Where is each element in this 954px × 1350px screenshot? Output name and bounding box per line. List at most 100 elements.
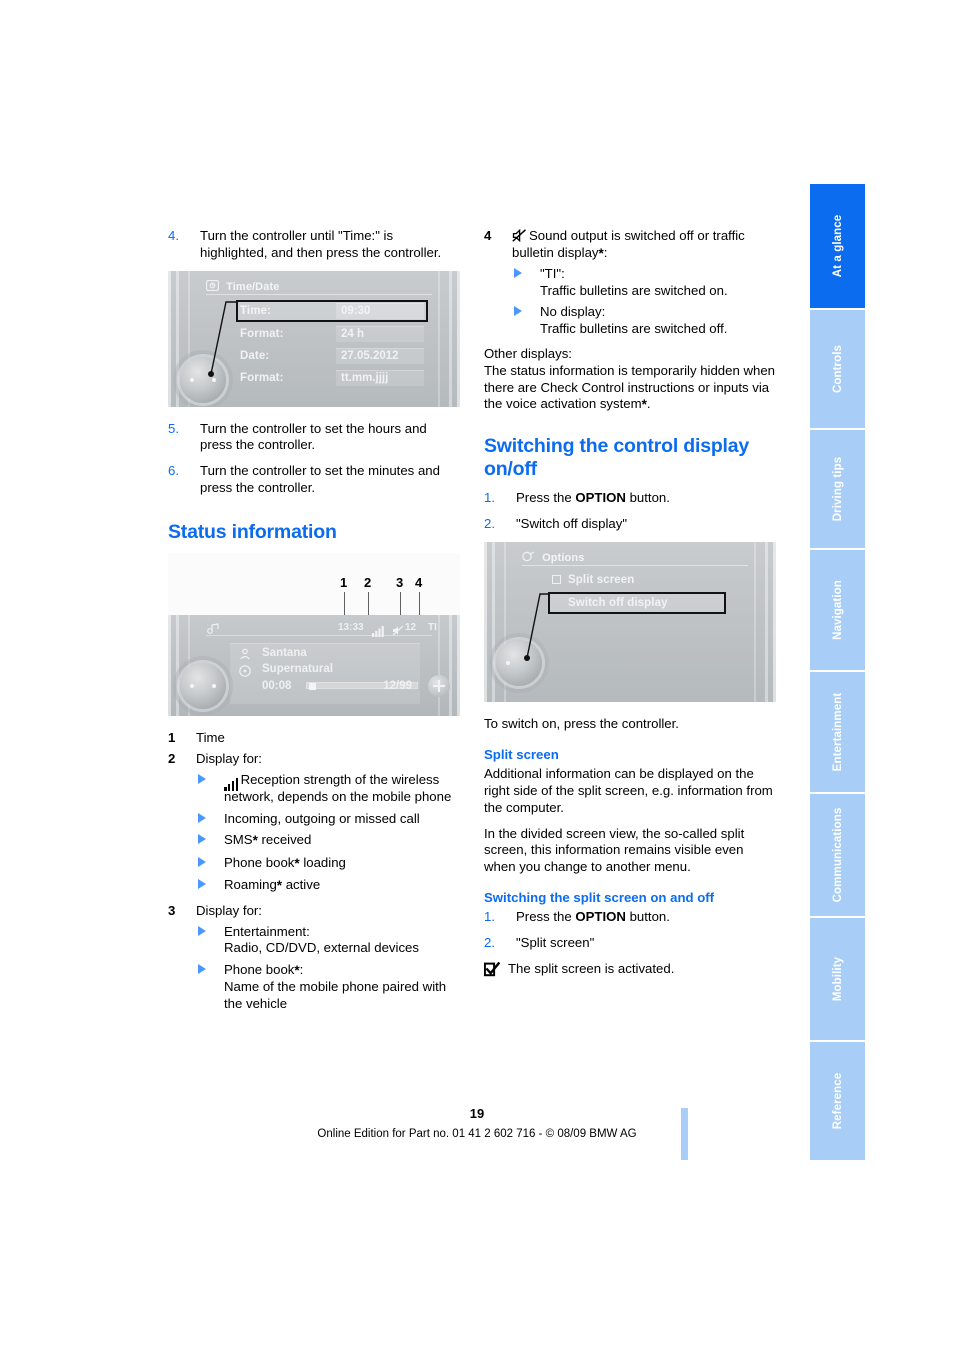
screen-titlebar: Time/Date: [205, 279, 432, 295]
clock-menu-icon: [205, 279, 220, 291]
callout-1-line: [344, 591, 345, 615]
legend-3-item-entertainment: Entertainment: Radio, CD/DVD, external de…: [196, 924, 460, 958]
right-column: 4 Sound output is switched off or traffi…: [483, 228, 776, 978]
legend-3-text-phonebook: Phone book*: Name of the mobile phone pai…: [224, 962, 447, 1012]
sidebar-tab-communications[interactable]: Communications: [810, 794, 865, 916]
legend-3-item-phonebook: Phone book*: Name of the mobile phone pai…: [196, 962, 460, 1013]
step-text: Turn the controller to set the minutes a…: [200, 463, 440, 495]
row-value-date[interactable]: 27.05.2012: [336, 347, 424, 364]
controller-knob[interactable]: [496, 639, 542, 686]
legend-4-text-nodisplay: No display: Traffic bulletins are switche…: [540, 304, 728, 337]
now-playing-elapsed: 00:08: [262, 679, 292, 692]
option-button-label: OPTION: [575, 490, 626, 506]
left-column: 4. Turn the controller until "Time:" is …: [168, 228, 460, 1018]
row-value-format-time[interactable]: 24 h: [336, 325, 424, 342]
split-screen-heading: Split screen: [484, 746, 559, 762]
option-button-label: OPTION: [575, 909, 626, 925]
options-row-switch-off-display[interactable]: Switch off display: [568, 595, 668, 611]
row-label-format-time[interactable]: Format:: [240, 326, 284, 342]
signal-bars-icon: [224, 774, 240, 791]
screen-titlebar: Options: [522, 551, 748, 566]
knob-dot-right: [212, 377, 216, 382]
legend-2-item-reception: Reception strength of the wireless netwo…: [196, 772, 460, 806]
switch-split-steps: 1. Press the OPTION button. 2. "Split sc…: [484, 909, 776, 952]
now-playing-artist: Santana: [262, 646, 307, 659]
status-information-heading: Status information: [168, 520, 337, 543]
step-number: 1.: [484, 490, 495, 506]
step-text: Turn the controller to set the hours and…: [200, 420, 427, 453]
status-legend: 1 Time 2 Display for: Reception strength…: [168, 730, 460, 1013]
step-number: 6.: [168, 463, 179, 479]
sidebar-tab-entertainment[interactable]: Entertainment: [810, 672, 865, 792]
row-label-date[interactable]: Date:: [240, 348, 269, 364]
step-number: 1.: [484, 909, 495, 925]
legend-3-sublist: Entertainment: Radio, CD/DVD, external de…: [196, 924, 460, 1013]
triangle-bullet-icon: [198, 964, 206, 975]
step-number: 4.: [168, 228, 179, 243]
status-legend-continued: 4 Sound output is switched off or traffi…: [484, 228, 776, 338]
status-information-screenshot: 1 2 3 4 13:33 12 TI Santana Supernatural…: [168, 552, 460, 716]
step-text-post: button.: [625, 490, 670, 506]
timedate-screenshot: Time/Date Time: 09:30 Format: 24 h Date:…: [168, 270, 460, 407]
options-row-split-screen[interactable]: Split screen: [568, 572, 634, 588]
legend-number: 2: [168, 751, 176, 767]
callout-4: 4: [415, 574, 423, 590]
callout-2: 2: [364, 574, 372, 590]
artist-icon: [238, 647, 252, 660]
knob-dot-left: [506, 660, 510, 665]
step-number: 2.: [484, 935, 495, 951]
controller-knob[interactable]: [180, 356, 226, 403]
triangle-bullet-icon: [198, 774, 206, 785]
legend-4-item-ti: "TI": Traffic bulletins are switched on.: [512, 266, 776, 300]
zoom-in-button[interactable]: [428, 674, 450, 697]
controller-knob[interactable]: [180, 662, 226, 709]
legend-4-item-nodisplay: No display: Traffic bulletins are switche…: [512, 304, 776, 338]
other-displays-label: Other displays:: [484, 345, 572, 361]
legend-number: 3: [168, 902, 176, 918]
triangle-bullet-icon: [514, 306, 522, 317]
sidebar-tab-label: Entertainment: [831, 692, 844, 772]
footer-accent-bar: [681, 1108, 688, 1160]
step-6: 6. Turn the controller to set the minute…: [168, 463, 460, 497]
row-value-format-date[interactable]: tt.mm.jjjj: [336, 369, 424, 386]
split-screen-result: The split screen is activated.: [483, 960, 776, 978]
sidebar-tab-controls[interactable]: Controls: [810, 310, 865, 428]
split-screen-result-text: The split screen is activated.: [508, 960, 675, 976]
triangle-bullet-icon: [198, 856, 206, 867]
checkbox-icon-split-screen[interactable]: [552, 574, 561, 584]
page-number: 19: [469, 1106, 485, 1121]
step-text: Turn the controller until "Time:" is hig…: [200, 228, 442, 260]
step-text: "Split screen": [516, 935, 595, 951]
sidebar-tab-at-a-glance[interactable]: At a glance: [810, 184, 865, 308]
now-playing-album: Supernatural: [262, 662, 333, 675]
split-screen-paragraph-2: In the divided screen view, the so-calle…: [484, 825, 745, 875]
sidebar-tab-label: Driving tips: [831, 456, 844, 522]
sidebar-tab-driving-tips[interactable]: Driving tips: [810, 430, 865, 548]
progress-handle[interactable]: [309, 682, 316, 690]
split-screen-paragraph-1: Additional information can be displayed …: [484, 766, 773, 815]
manual-page: 4. Turn the controller until "Time:" is …: [0, 0, 954, 1350]
legend-item-1: 1 Time: [168, 730, 460, 747]
sidebar-tab-reference[interactable]: Reference: [810, 1042, 865, 1160]
step-5: 5. Turn the controller to set the hours …: [168, 421, 460, 455]
control-display-steps: 1. Press the OPTION button. 2. "Switch o…: [484, 490, 776, 533]
legend-number: 4: [484, 228, 492, 243]
control-step-2: 2. "Switch off display": [484, 516, 776, 533]
callout-2-line: [368, 591, 369, 615]
step-text-pre: Press the: [516, 909, 576, 925]
sidebar-tab-mobility[interactable]: Mobility: [810, 918, 865, 1040]
sidebar-tab-navigation[interactable]: Navigation: [810, 550, 865, 670]
statusbar-time: 13:33: [338, 621, 364, 633]
triangle-bullet-icon: [198, 925, 206, 936]
screen-title: Time/Date: [226, 280, 280, 293]
split-step-2: 2. "Split screen": [484, 935, 776, 952]
control-step-1: 1. Press the OPTION button.: [484, 490, 776, 507]
statusbar-compass-value: 12: [405, 621, 417, 633]
switch-on-note: To switch on, press the controller.: [484, 715, 679, 731]
row-label-format-date[interactable]: Format:: [240, 370, 284, 386]
step-4: 4. Turn the controller until "Time:" is …: [168, 228, 460, 262]
selection-highlight: [236, 299, 428, 322]
split-step-1: 1. Press the OPTION button.: [484, 909, 776, 926]
step-text-post: button.: [625, 909, 670, 925]
footer-text: Online Edition for Part no. 01 41 2 602 …: [317, 1128, 637, 1140]
